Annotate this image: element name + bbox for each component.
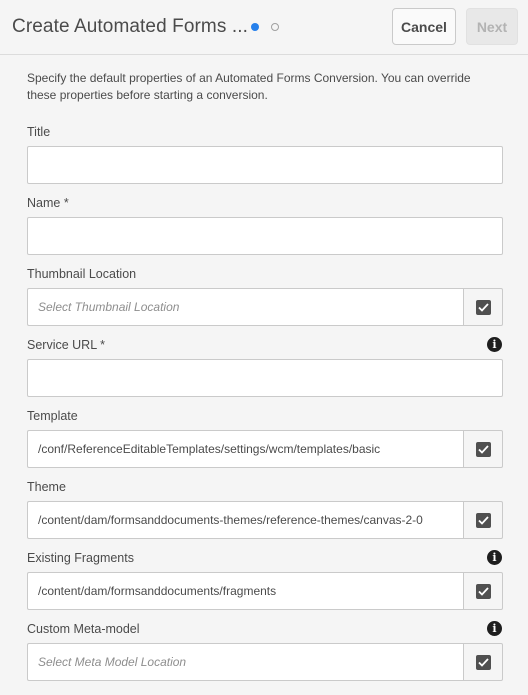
thumbnail-label: Thumbnail Location <box>27 267 137 281</box>
meta-model-label: Custom Meta-model <box>27 622 140 636</box>
fragments-input[interactable]: /content/dam/formsanddocuments/fragments <box>27 572 464 610</box>
check-box-icon <box>475 654 491 670</box>
info-icon[interactable]: i <box>487 550 502 565</box>
template-label: Template <box>27 409 78 423</box>
meta-model-picker-button[interactable] <box>463 643 503 681</box>
title-input[interactable] <box>27 146 503 184</box>
title-label: Title <box>27 125 51 139</box>
thumbnail-input[interactable]: Select Thumbnail Location <box>27 288 464 326</box>
name-input[interactable] <box>27 217 503 255</box>
info-icon[interactable]: i <box>487 337 502 352</box>
step-indicator-2 <box>271 23 279 31</box>
form-content: Specify the default properties of an Aut… <box>27 70 503 104</box>
check-box-icon <box>475 299 491 315</box>
meta-model-input[interactable]: Select Meta Model Location <box>27 643 464 681</box>
check-box-icon <box>475 512 491 528</box>
service-url-input[interactable] <box>27 359 503 397</box>
thumbnail-picker-button[interactable] <box>463 288 503 326</box>
form-description: Specify the default properties of an Aut… <box>27 71 471 102</box>
template-picker-button[interactable] <box>463 430 503 468</box>
step-indicator-1 <box>251 23 259 31</box>
theme-label: Theme <box>27 480 66 494</box>
theme-input[interactable]: /content/dam/formsanddocuments-themes/re… <box>27 501 464 539</box>
theme-picker-button[interactable] <box>463 501 503 539</box>
service-url-label: Service URL * <box>27 338 106 352</box>
fragments-picker-button[interactable] <box>463 572 503 610</box>
dialog-header: Create Automated Forms ... Cancel Next <box>0 0 528 55</box>
page-title: Create Automated Forms ... <box>12 16 248 37</box>
name-label: Name * <box>27 196 69 210</box>
template-input[interactable]: /conf/ReferenceEditableTemplates/setting… <box>27 430 464 468</box>
fragments-label: Existing Fragments <box>27 551 134 565</box>
check-box-icon <box>475 583 491 599</box>
cancel-button[interactable]: Cancel <box>392 8 456 45</box>
next-button[interactable]: Next <box>466 8 518 45</box>
info-icon[interactable]: i <box>487 621 502 636</box>
check-box-icon <box>475 441 491 457</box>
